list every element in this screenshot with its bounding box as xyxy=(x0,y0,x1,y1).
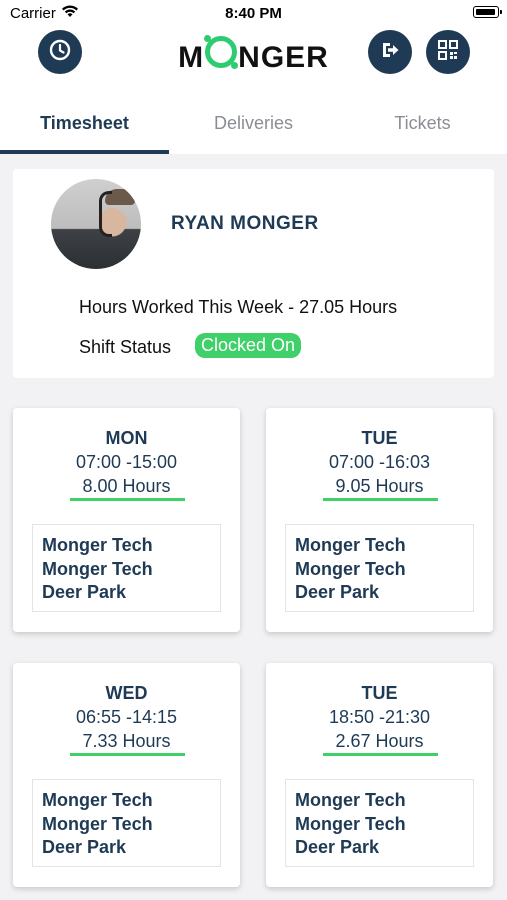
location-line: Deer Park xyxy=(295,837,380,857)
day-card-tue[interactable]: TUE 07:00 -16:03 9.05 Hours Monger Tech … xyxy=(266,408,493,632)
day-name: WED xyxy=(105,683,148,703)
day-location-box: Monger Tech Monger Tech Deer Park xyxy=(32,524,221,612)
location-line: Monger Tech xyxy=(295,790,406,810)
day-location-box: Monger Tech Monger Tech Deer Park xyxy=(285,524,474,612)
day-time-range: 18:50 -21:30 xyxy=(328,707,431,727)
day-hours-underline xyxy=(323,753,438,756)
day-time-range: 06:55 -14:15 xyxy=(75,707,178,727)
avatar[interactable] xyxy=(51,179,141,269)
logout-icon xyxy=(378,38,402,67)
tab-timesheet[interactable]: Timesheet xyxy=(0,92,169,154)
location-line: Deer Park xyxy=(295,582,380,602)
qr-code-icon xyxy=(436,38,460,67)
shift-status-badge: Clocked On xyxy=(195,333,302,358)
day-hours: 2.67 Hours xyxy=(335,731,424,751)
day-hours-underline xyxy=(70,498,185,501)
weekly-hours: Hours Worked This Week - 27.05 Hours xyxy=(79,297,398,317)
tab-tickets[interactable]: Tickets xyxy=(338,92,507,154)
day-name: TUE xyxy=(361,428,398,448)
battery-icon xyxy=(473,6,502,18)
day-location-box: Monger Tech Monger Tech Deer Park xyxy=(32,779,221,867)
day-name: TUE xyxy=(361,683,398,703)
active-tab-indicator xyxy=(0,150,169,154)
location-line: Deer Park xyxy=(42,582,127,602)
app-header: M NGER xyxy=(0,28,507,92)
location-line: Monger Tech xyxy=(42,558,153,579)
day-hours: 9.05 Hours xyxy=(335,476,424,496)
day-card-mon[interactable]: MON 07:00 -15:00 8.00 Hours Monger Tech … xyxy=(13,408,240,632)
day-time-range: 07:00 -15:00 xyxy=(75,452,178,472)
tab-deliveries[interactable]: Deliveries xyxy=(169,92,338,154)
shift-status-label: Shift Status xyxy=(79,337,172,357)
tab-bar: Timesheet Deliveries Tickets xyxy=(0,92,507,154)
day-card-tue-evening[interactable]: TUE 18:50 -21:30 2.67 Hours Monger Tech … xyxy=(266,663,493,887)
profile-card: RYAN MONGER Hours Worked This Week - 27.… xyxy=(13,169,494,378)
logo-o-mark xyxy=(204,35,239,69)
qr-code-button[interactable] xyxy=(426,30,470,74)
day-hours-underline xyxy=(70,753,185,756)
day-name: MON xyxy=(105,428,148,448)
day-card-wed[interactable]: WED 06:55 -14:15 7.33 Hours Monger Tech … xyxy=(13,663,240,887)
location-line: Monger Tech xyxy=(295,558,406,579)
profile-name: RYAN MONGER xyxy=(171,213,319,234)
status-bar: Carrier 8:40 PM xyxy=(0,0,507,28)
location-line: Monger Tech xyxy=(295,535,406,555)
day-hours: 7.33 Hours xyxy=(82,731,171,751)
day-hours-underline xyxy=(323,498,438,501)
day-hours: 8.00 Hours xyxy=(82,476,171,496)
day-time-range: 07:00 -16:03 xyxy=(328,452,431,472)
logout-button[interactable] xyxy=(368,30,412,74)
location-line: Deer Park xyxy=(42,837,127,857)
location-line: Monger Tech xyxy=(295,813,406,834)
location-line: Monger Tech xyxy=(42,813,153,834)
status-time: 8:40 PM xyxy=(225,5,282,22)
location-line: Monger Tech xyxy=(42,535,153,555)
location-line: Monger Tech xyxy=(42,790,153,810)
day-location-box: Monger Tech Monger Tech Deer Park xyxy=(285,779,474,867)
